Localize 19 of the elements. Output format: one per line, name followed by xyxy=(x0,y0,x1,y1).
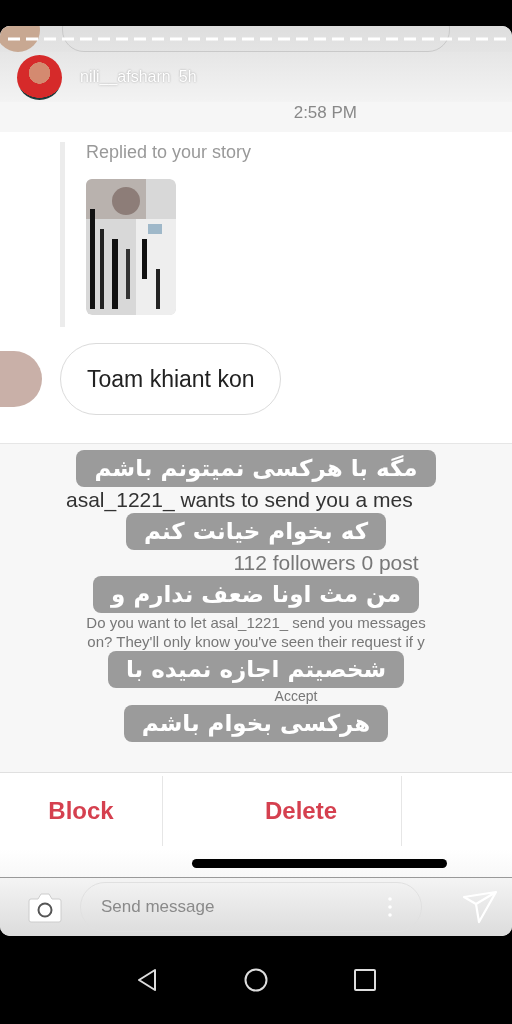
request-text: on? They'll only know you've seen their request if y xyxy=(87,632,425,651)
home-icon[interactable] xyxy=(244,968,268,992)
caption-text: هرکسی بخوام باشم xyxy=(123,705,389,742)
reply-bar[interactable]: Send message xyxy=(0,877,512,936)
request-title: asal_1221_ wants to send you a mes xyxy=(66,487,413,513)
avatar[interactable] xyxy=(17,54,62,100)
reply-label: Replied to your story xyxy=(86,142,252,163)
request-text: Do you want to let asal_1221_ send you messages xyxy=(86,613,426,632)
recents-icon[interactable] xyxy=(354,969,376,991)
camera-icon[interactable] xyxy=(28,891,62,923)
accept-link[interactable]: Accept xyxy=(274,688,318,705)
caption-text: مگه با هرکسی نمیتونم باشم xyxy=(76,450,436,487)
back-icon[interactable] xyxy=(136,968,158,992)
message-time: 2:58 PM xyxy=(0,102,512,132)
caption-text: که بخوام خیانت کنم xyxy=(125,513,387,550)
caption-text: شخصیتم اجازه نمیده با xyxy=(107,651,405,688)
caption-text: من مث اونا ضعف ندارم و xyxy=(93,576,419,613)
avatar xyxy=(0,351,42,407)
follower-stats: 112 followers 0 post xyxy=(233,550,419,576)
